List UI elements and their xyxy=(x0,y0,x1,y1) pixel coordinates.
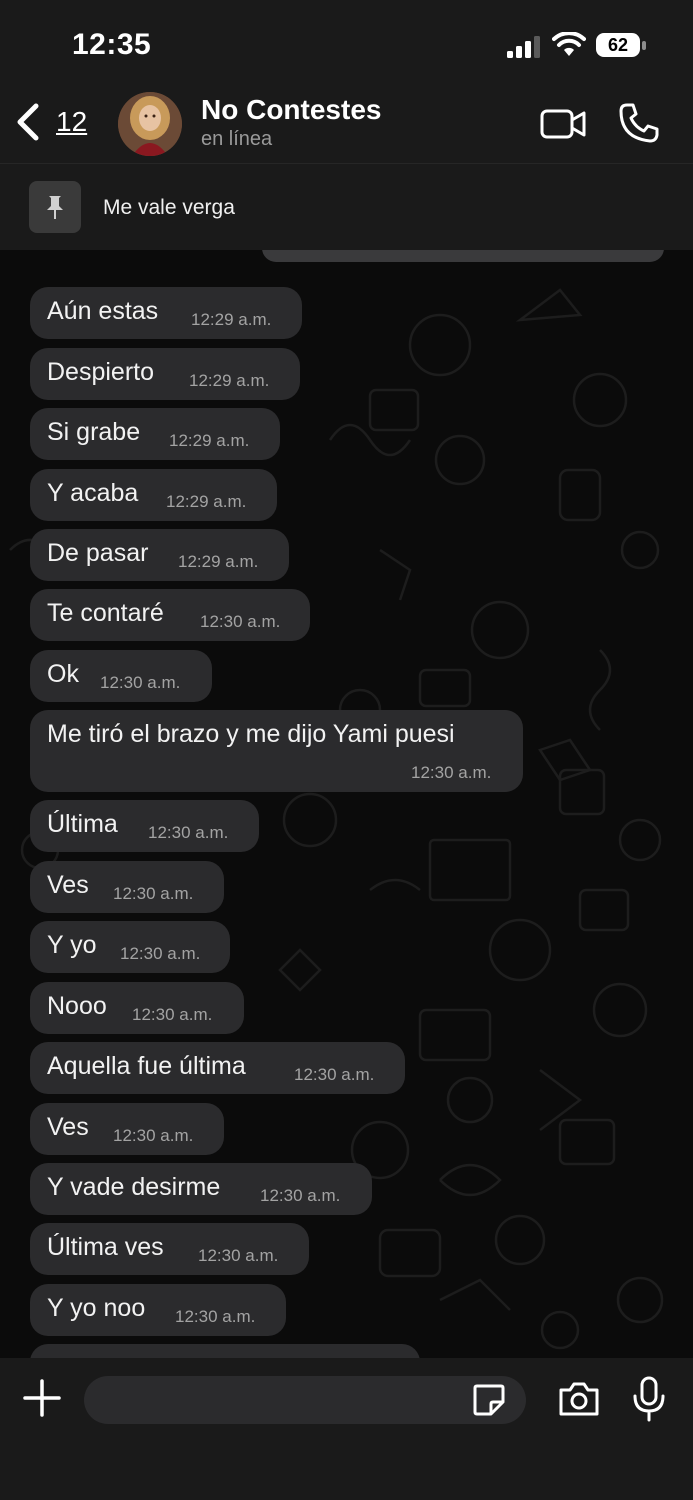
message-bubble[interactable]: Si grabe 12:29 a.m. xyxy=(30,408,280,460)
pinned-message-bar[interactable]: Me vale verga xyxy=(0,163,693,251)
message-timestamp: 12:30 a.m. xyxy=(113,1126,194,1145)
chat-header: 12 No Contestes en línea xyxy=(0,88,693,163)
message-timestamp: 12:30 a.m. xyxy=(198,1246,279,1265)
composer-bar xyxy=(0,1358,693,1500)
sticker-icon[interactable] xyxy=(471,1382,507,1418)
pin-icon xyxy=(29,181,81,233)
back-chevron-icon[interactable] xyxy=(14,102,44,142)
message-timestamp: 12:29 a.m. xyxy=(189,371,270,390)
back-unread-count[interactable]: 12 xyxy=(56,106,87,138)
message-text: Y yo noo xyxy=(47,1294,146,1322)
message-text: Me tiró el brazo y me dijo Yami puesi xyxy=(47,720,455,748)
video-call-icon[interactable] xyxy=(540,108,586,140)
message-text: Ves xyxy=(47,1113,89,1141)
message-text: Aquella fue última xyxy=(47,1052,246,1080)
contact-status: en línea xyxy=(201,128,273,150)
message-text: Si grabe xyxy=(47,418,141,446)
message-bubble[interactable]: Ok 12:30 a.m. xyxy=(30,650,212,702)
message-text: Ok xyxy=(47,660,79,688)
message-timestamp: 12:29 a.m. xyxy=(169,431,250,450)
message-bubble[interactable]: Nooo 12:30 a.m. xyxy=(30,982,244,1034)
message-text: Última xyxy=(47,810,118,838)
message-timestamp: 12:30 a.m. xyxy=(200,612,281,631)
message-text: Y yo xyxy=(47,931,97,959)
contact-name[interactable]: No Contestes xyxy=(201,94,381,126)
message-timestamp: 12:30 a.m. xyxy=(100,673,181,692)
avatar[interactable] xyxy=(118,92,182,156)
message-timestamp: 12:30 a.m. xyxy=(113,884,194,903)
message-timestamp: 12:30 a.m. xyxy=(120,944,201,963)
message-text: De pasar xyxy=(47,539,149,567)
message-bubble[interactable]: Despierto 12:29 a.m. xyxy=(30,348,300,400)
message-input[interactable] xyxy=(84,1376,526,1424)
phone-icon[interactable] xyxy=(618,102,660,144)
battery-icon: 62 xyxy=(596,33,646,59)
message-timestamp: 12:30 a.m. xyxy=(148,823,229,842)
wifi-icon xyxy=(552,32,586,56)
message-bubble[interactable]: Y acaba 12:29 a.m. xyxy=(30,469,277,521)
message-timestamp: 12:29 a.m. xyxy=(178,552,259,571)
message-bubble[interactable]: Y yo noo 12:30 a.m. xyxy=(30,1284,286,1336)
message-list[interactable]: Aún estas 12:29 a.m. Despierto 12:29 a.m. Si… xyxy=(0,250,693,1358)
previous-message-bubble[interactable] xyxy=(262,250,664,262)
message-text: Y vade desirme xyxy=(47,1173,221,1201)
camera-icon[interactable] xyxy=(557,1380,601,1418)
status-time: 12:35 xyxy=(72,28,152,61)
message-timestamp: 12:29 a.m. xyxy=(191,310,272,329)
plus-icon[interactable] xyxy=(22,1378,62,1418)
message-bubble[interactable]: Y yo 12:30 a.m. xyxy=(30,921,230,973)
message-text: Aún estas xyxy=(47,297,159,325)
microphone-icon[interactable] xyxy=(632,1376,666,1422)
status-bar: 12:35 62 xyxy=(0,0,693,88)
message-timestamp: 12:30 a.m. xyxy=(132,1005,213,1024)
message-text: Despierto xyxy=(47,358,154,386)
message-timestamp: 12:30 a.m. xyxy=(294,1065,375,1084)
message-text: Nooo xyxy=(47,992,107,1020)
message-bubble[interactable]: Última ves 12:30 a.m. xyxy=(30,1223,309,1275)
message-bubble[interactable]: De pasar 12:29 a.m. xyxy=(30,529,289,581)
message-bubble[interactable]: Aquella fue última 12:30 a.m. xyxy=(30,1042,405,1094)
message-bubble[interactable]: Ves 12:30 a.m. xyxy=(30,861,224,913)
message-bubble[interactable]: Me tiró el brazo y me dijo Yami puesi 12:… xyxy=(30,710,523,792)
message-text: Te contaré xyxy=(47,599,164,627)
pinned-message-text: Me vale verga xyxy=(103,196,235,219)
cellular-signal-icon xyxy=(507,36,540,58)
message-timestamp: 12:30 a.m. xyxy=(260,1186,341,1205)
message-bubble[interactable]: Y vade desirme 12:30 a.m. xyxy=(30,1163,372,1215)
message-bubble[interactable]: Última 12:30 a.m. xyxy=(30,800,259,852)
message-timestamp: 12:30 a.m. xyxy=(411,763,492,782)
battery-level: 62 xyxy=(596,33,640,57)
message-bubble-partial[interactable] xyxy=(30,1344,420,1358)
message-text: Ves xyxy=(47,871,89,899)
message-bubble[interactable]: Aún estas 12:29 a.m. xyxy=(30,287,302,339)
message-bubble[interactable]: Te contaré 12:30 a.m. xyxy=(30,589,310,641)
message-text: Última ves xyxy=(47,1233,164,1261)
message-text: Y acaba xyxy=(47,479,139,507)
message-timestamp: 12:30 a.m. xyxy=(175,1307,256,1326)
message-timestamp: 12:29 a.m. xyxy=(166,492,247,511)
message-bubble[interactable]: Ves 12:30 a.m. xyxy=(30,1103,224,1155)
